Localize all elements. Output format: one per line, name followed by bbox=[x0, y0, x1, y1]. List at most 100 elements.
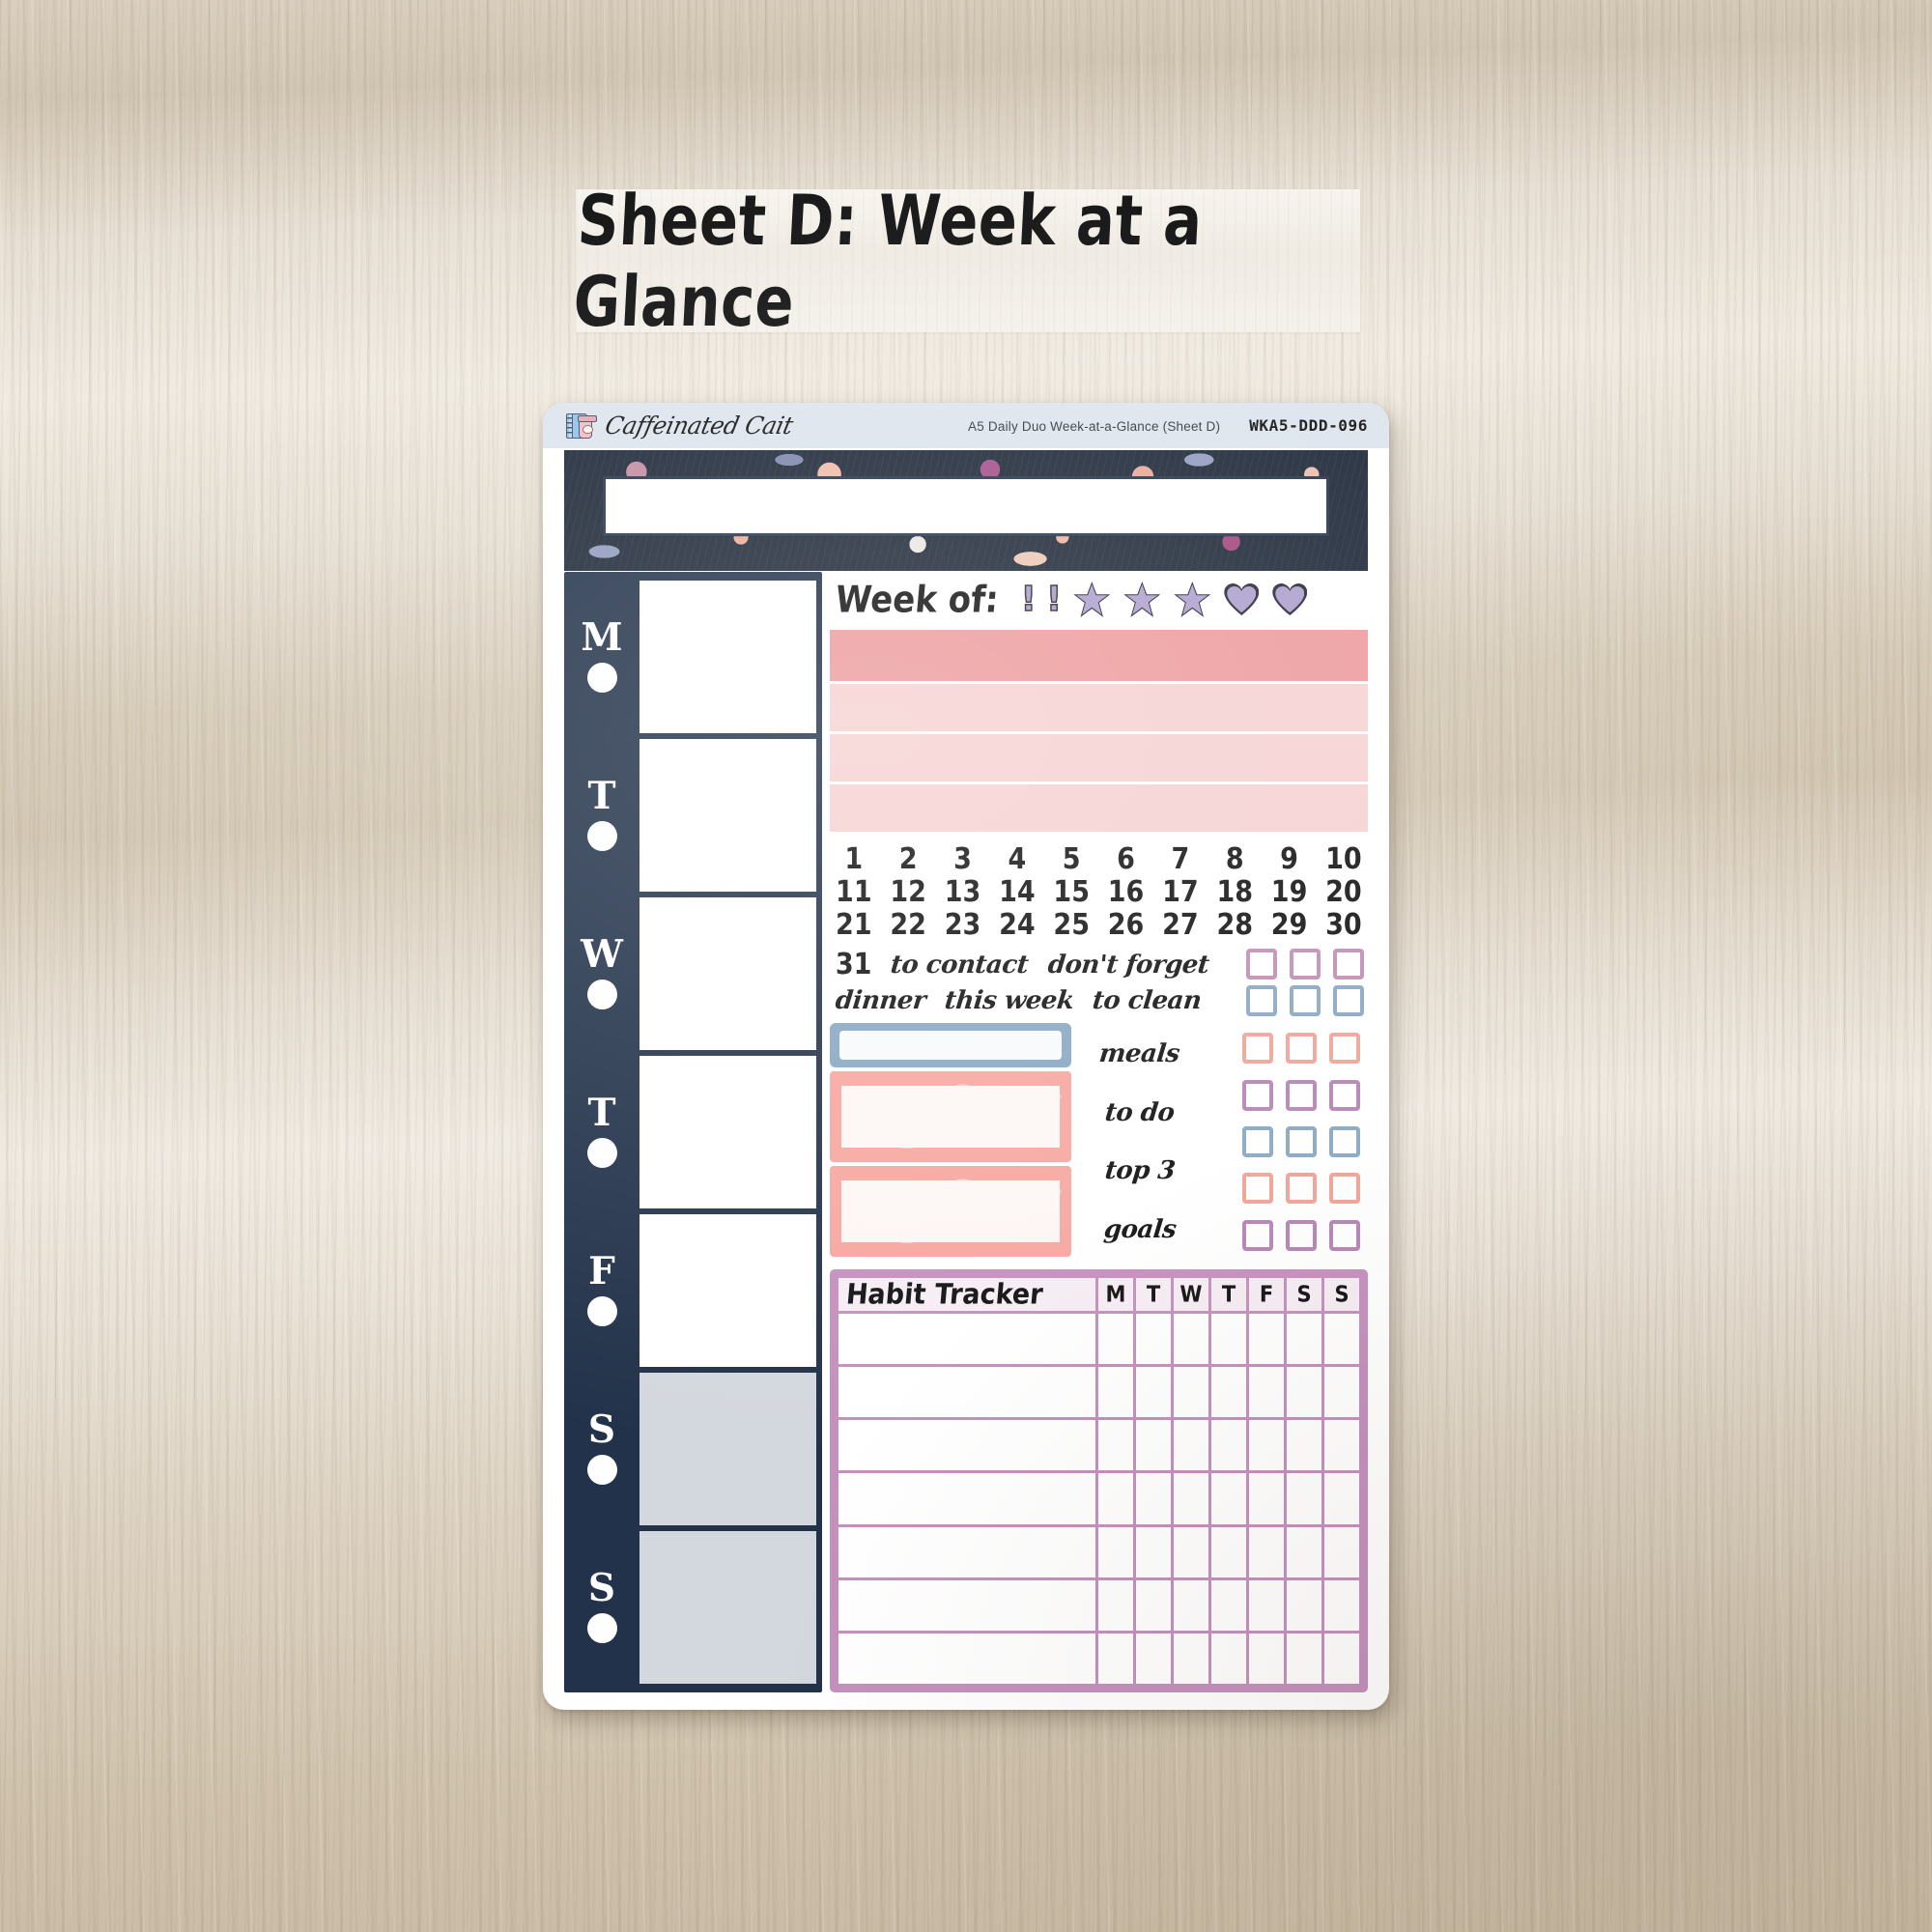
sticker-label-this-week[interactable]: this week bbox=[943, 986, 1075, 1015]
habit-check-cell[interactable] bbox=[1136, 1579, 1171, 1631]
checkbox[interactable] bbox=[1242, 1125, 1273, 1157]
sticker-label-dont-forget[interactable]: don't forget bbox=[1046, 951, 1210, 980]
habit-check-cell[interactable] bbox=[1211, 1314, 1246, 1365]
exclamation-icon[interactable]: ! bbox=[1045, 582, 1063, 618]
habit-check-cell[interactable] bbox=[1287, 1420, 1321, 1471]
pink-bar-header[interactable] bbox=[829, 630, 1368, 681]
habit-check-cell[interactable] bbox=[1211, 1367, 1246, 1418]
habit-check-cell[interactable] bbox=[1211, 1526, 1246, 1577]
day-box-weekend[interactable] bbox=[639, 1373, 816, 1525]
checkbox[interactable] bbox=[1286, 1219, 1317, 1251]
date-number[interactable]: 5 bbox=[1051, 842, 1092, 876]
date-number[interactable]: 11 bbox=[834, 875, 874, 909]
checkbox[interactable] bbox=[1329, 1033, 1360, 1065]
checkbox[interactable] bbox=[1242, 1219, 1273, 1251]
habit-check-cell[interactable] bbox=[1211, 1579, 1246, 1631]
habit-check-cell[interactable] bbox=[1211, 1473, 1246, 1524]
checkbox[interactable] bbox=[1246, 949, 1277, 980]
date-number[interactable]: 23 bbox=[943, 908, 983, 942]
date-number[interactable]: 17 bbox=[1160, 875, 1201, 909]
date-number[interactable]: 4 bbox=[997, 842, 1037, 876]
checkbox[interactable] bbox=[1242, 1173, 1273, 1205]
date-number[interactable]: 26 bbox=[1106, 908, 1147, 942]
date-number[interactable]: 18 bbox=[1214, 875, 1255, 909]
habit-check-cell[interactable] bbox=[1249, 1473, 1284, 1524]
banner-label-box[interactable] bbox=[603, 476, 1329, 536]
blue-note-box[interactable] bbox=[829, 1023, 1071, 1067]
habit-check-cell[interactable] bbox=[1249, 1633, 1284, 1684]
habit-check-cell[interactable] bbox=[1098, 1633, 1133, 1684]
date-number[interactable]: 7 bbox=[1160, 842, 1201, 876]
day-box[interactable] bbox=[639, 1056, 816, 1208]
date-number[interactable]: 9 bbox=[1269, 842, 1310, 876]
sticker-label-to-do[interactable]: to do bbox=[1104, 1098, 1177, 1127]
habit-check-cell[interactable] bbox=[1098, 1314, 1133, 1365]
habit-check-cell[interactable] bbox=[1287, 1633, 1321, 1684]
heart-icon[interactable] bbox=[1272, 583, 1307, 616]
date-number[interactable]: 25 bbox=[1051, 908, 1092, 942]
date-number[interactable]: 28 bbox=[1214, 908, 1255, 942]
habit-check-cell[interactable] bbox=[1136, 1473, 1171, 1524]
habit-check-cell[interactable] bbox=[1249, 1314, 1284, 1365]
habit-check-cell[interactable] bbox=[1098, 1367, 1133, 1418]
checkbox[interactable] bbox=[1242, 1033, 1273, 1065]
habit-name-cell[interactable] bbox=[838, 1367, 1095, 1418]
date-number[interactable]: 12 bbox=[888, 875, 928, 909]
habit-check-cell[interactable] bbox=[1136, 1633, 1171, 1684]
habit-check-cell[interactable] bbox=[1324, 1579, 1359, 1631]
habit-check-cell[interactable] bbox=[1249, 1579, 1284, 1631]
day-box[interactable] bbox=[639, 897, 816, 1050]
habit-check-cell[interactable] bbox=[1098, 1420, 1133, 1471]
habit-check-cell[interactable] bbox=[1287, 1314, 1321, 1365]
checkbox[interactable] bbox=[1242, 1079, 1273, 1111]
habit-name-cell[interactable] bbox=[838, 1633, 1095, 1684]
date-number[interactable]: 19 bbox=[1269, 875, 1310, 909]
habit-check-cell[interactable] bbox=[1098, 1579, 1133, 1631]
date-number[interactable]: 10 bbox=[1323, 842, 1364, 876]
habit-check-cell[interactable] bbox=[1324, 1314, 1359, 1365]
pink-bar[interactable] bbox=[829, 734, 1368, 781]
habit-check-cell[interactable] bbox=[1249, 1420, 1284, 1471]
habit-check-cell[interactable] bbox=[1174, 1367, 1208, 1418]
checkbox[interactable] bbox=[1329, 1079, 1360, 1111]
sticker-label-dinner[interactable]: dinner bbox=[834, 986, 926, 1015]
habit-check-cell[interactable] bbox=[1287, 1473, 1321, 1524]
habit-check-cell[interactable] bbox=[1174, 1633, 1208, 1684]
date-number[interactable]: 3 bbox=[943, 842, 983, 876]
habit-check-cell[interactable] bbox=[1324, 1367, 1359, 1418]
day-box-weekend[interactable] bbox=[639, 1531, 816, 1684]
heart-icon[interactable] bbox=[1224, 583, 1259, 616]
habit-check-cell[interactable] bbox=[1174, 1473, 1208, 1524]
star-icon[interactable] bbox=[1073, 582, 1110, 618]
date-number[interactable]: 14 bbox=[997, 875, 1037, 909]
checkbox[interactable] bbox=[1329, 1173, 1360, 1205]
checkbox[interactable] bbox=[1333, 985, 1364, 1016]
habit-check-cell[interactable] bbox=[1324, 1420, 1359, 1471]
habit-name-cell[interactable] bbox=[838, 1314, 1095, 1365]
date-number[interactable]: 20 bbox=[1323, 875, 1364, 909]
habit-name-cell[interactable] bbox=[838, 1473, 1095, 1524]
habit-check-cell[interactable] bbox=[1174, 1420, 1208, 1471]
habit-check-cell[interactable] bbox=[1136, 1314, 1171, 1365]
sticker-label-goals[interactable]: goals bbox=[1102, 1215, 1178, 1244]
habit-name-cell[interactable] bbox=[838, 1420, 1095, 1471]
habit-check-cell[interactable] bbox=[1098, 1473, 1133, 1524]
habit-check-cell[interactable] bbox=[1324, 1473, 1359, 1524]
floral-note-box[interactable] bbox=[830, 1071, 1071, 1162]
date-number[interactable]: 24 bbox=[997, 908, 1037, 942]
habit-name-cell[interactable] bbox=[838, 1579, 1095, 1631]
checkbox[interactable] bbox=[1333, 949, 1364, 980]
date-number[interactable]: 1 bbox=[834, 842, 874, 876]
habit-check-cell[interactable] bbox=[1324, 1633, 1359, 1684]
checkbox[interactable] bbox=[1286, 1033, 1317, 1065]
habit-check-cell[interactable] bbox=[1174, 1579, 1208, 1631]
checkbox[interactable] bbox=[1286, 1173, 1317, 1205]
habit-check-cell[interactable] bbox=[1136, 1526, 1171, 1577]
date-number[interactable]: 15 bbox=[1051, 875, 1092, 909]
sticker-label-to-clean[interactable]: to clean bbox=[1092, 986, 1204, 1015]
habit-check-cell[interactable] bbox=[1249, 1526, 1284, 1577]
checkbox[interactable] bbox=[1290, 985, 1321, 1016]
day-box[interactable] bbox=[639, 581, 816, 733]
day-box[interactable] bbox=[639, 1214, 816, 1367]
habit-name-cell[interactable] bbox=[838, 1526, 1095, 1577]
